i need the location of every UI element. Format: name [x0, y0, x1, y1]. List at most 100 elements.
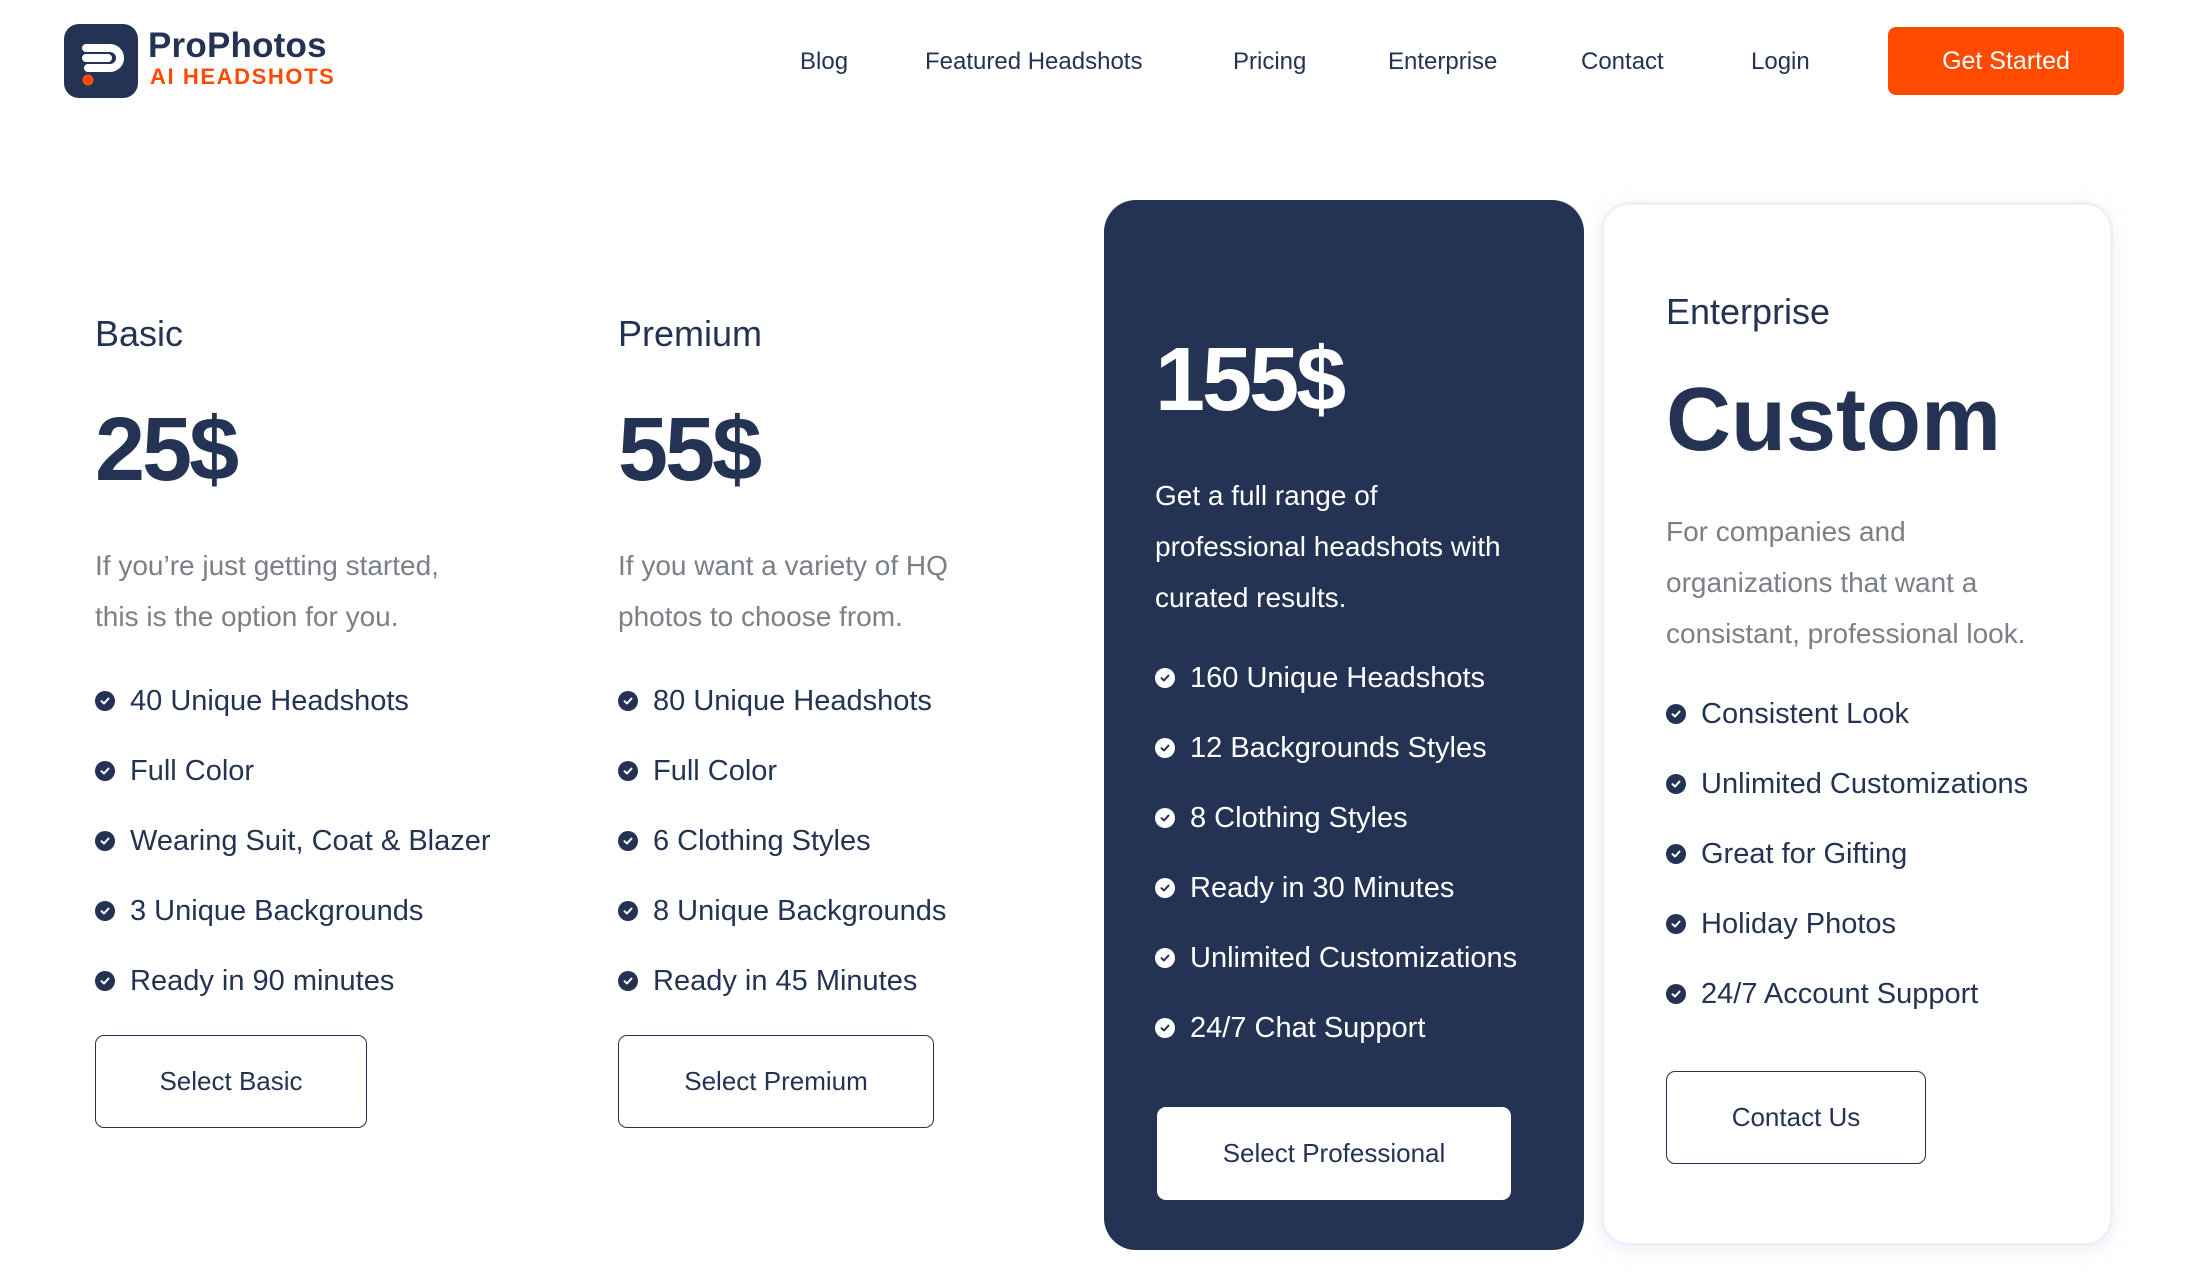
plan-description-line: Get a full range of — [1155, 480, 1378, 511]
plan-description: For companies and organizations that wan… — [1666, 506, 2028, 659]
contact-us-button[interactable]: Contact Us — [1666, 1071, 1926, 1164]
feature-item: 40 Unique Headshots — [95, 666, 491, 736]
feature-label: 40 Unique Headshots — [130, 684, 409, 717]
feature-item: Full Color — [95, 736, 491, 806]
feature-item: 160 Unique Headshots — [1155, 643, 1517, 713]
select-basic-button[interactable]: Select Basic — [95, 1035, 367, 1128]
get-started-button[interactable]: Get Started — [1888, 27, 2124, 95]
check-circle-icon — [1666, 774, 1686, 794]
brand-name[interactable]: ProPhotos — [148, 24, 327, 68]
feature-label: Ready in 45 Minutes — [653, 964, 918, 997]
feature-list: Consistent Look Unlimited Customizations… — [1666, 679, 2028, 1029]
feature-label: 8 Unique Backgrounds — [653, 894, 947, 927]
plan-description-line: For companies and — [1666, 516, 1906, 547]
nav-featured-headshots[interactable]: Featured Headshots — [925, 44, 1142, 80]
feature-label: 24/7 Account Support — [1701, 977, 1979, 1010]
feature-label: Ready in 30 Minutes — [1190, 871, 1455, 904]
plan-price: 25$ — [95, 400, 239, 500]
feature-item: Unlimited Customizations — [1666, 749, 2028, 819]
feature-item: Unlimited Customizations — [1155, 923, 1517, 993]
plan-price: 55$ — [618, 400, 762, 500]
feature-item: Consistent Look — [1666, 679, 2028, 749]
feature-item: Ready in 30 Minutes — [1155, 853, 1517, 923]
check-circle-icon — [1666, 704, 1686, 724]
plan-enterprise: Enterprise Custom For companies and orga… — [1666, 290, 2028, 1029]
prophotos-logo-icon — [82, 44, 124, 86]
feature-label: Unlimited Customizations — [1190, 941, 1518, 974]
feature-label: 6 Clothing Styles — [653, 824, 871, 857]
check-circle-icon — [95, 761, 115, 781]
feature-label: 160 Unique Headshots — [1190, 661, 1486, 694]
check-circle-icon — [1155, 668, 1175, 688]
feature-item: Holiday Photos — [1666, 889, 2028, 959]
check-circle-icon — [1666, 984, 1686, 1004]
plan-price: 155$ — [1155, 330, 1346, 430]
feature-label: Ready in 90 minutes — [130, 964, 395, 997]
feature-item: 24/7 Account Support — [1666, 959, 2028, 1029]
nav-login[interactable]: Login — [1751, 44, 1810, 80]
feature-item: Great for Gifting — [1666, 819, 2028, 889]
nav-blog[interactable]: Blog — [800, 44, 848, 80]
feature-item: Wearing Suit, Coat & Blazer — [95, 806, 491, 876]
feature-label: Holiday Photos — [1701, 907, 1897, 940]
plan-description: Get a full range of professional headsho… — [1155, 470, 1517, 623]
feature-label: Wearing Suit, Coat & Blazer — [130, 824, 491, 857]
feature-label: Unlimited Customizations — [1701, 767, 2029, 800]
check-circle-icon — [618, 691, 638, 711]
plan-description-line: If you’re just getting started, — [95, 550, 439, 581]
feature-label: Great for Gifting — [1701, 837, 1908, 870]
check-circle-icon — [1155, 808, 1175, 828]
feature-item: 6 Clothing Styles — [618, 806, 948, 876]
feature-item: 80 Unique Headshots — [618, 666, 948, 736]
feature-item: 12 Backgrounds Styles — [1155, 713, 1517, 783]
feature-label: Full Color — [130, 754, 255, 787]
check-circle-icon — [618, 971, 638, 991]
plan-description-line: consistant, professional look. — [1666, 618, 2026, 649]
check-circle-icon — [95, 691, 115, 711]
feature-list: 40 Unique Headshots Full Color Wearing S… — [95, 666, 491, 1016]
check-circle-icon — [618, 901, 638, 921]
feature-label: 8 Clothing Styles — [1190, 801, 1408, 834]
plan-description-line: organizations that want a — [1666, 567, 1978, 598]
plan-description-line: professional headshots with — [1155, 531, 1501, 562]
select-professional-button[interactable]: Select Professional — [1157, 1107, 1511, 1200]
check-circle-icon — [95, 971, 115, 991]
feature-item: Ready in 45 Minutes — [618, 946, 948, 1016]
feature-list: 160 Unique Headshots 12 Backgrounds Styl… — [1155, 643, 1517, 1063]
plan-description-line: photos to choose from. — [618, 601, 903, 632]
feature-item: Full Color — [618, 736, 948, 806]
plan-description: If you want a variety of HQ photos to ch… — [618, 540, 948, 642]
plan-title: Enterprise — [1666, 291, 1831, 332]
nav-pricing[interactable]: Pricing — [1233, 44, 1306, 80]
feature-label: 3 Unique Backgrounds — [130, 894, 424, 927]
feature-label: 80 Unique Headshots — [653, 684, 932, 717]
feature-item: 3 Unique Backgrounds — [95, 876, 491, 946]
plan-title: Basic — [95, 313, 184, 354]
plan-price: Custom — [1666, 370, 2001, 470]
plan-title: Professional — [1155, 253, 1354, 294]
logo-icon[interactable] — [64, 24, 138, 98]
select-premium-button[interactable]: Select Premium — [618, 1035, 934, 1128]
feature-item: 8 Unique Backgrounds — [618, 876, 948, 946]
feature-label: Consistent Look — [1701, 697, 1909, 730]
check-circle-icon — [1666, 914, 1686, 934]
nav-contact[interactable]: Contact — [1581, 44, 1664, 80]
plan-basic: Basic 25$ If you’re just getting started… — [95, 312, 491, 1016]
plan-description-line: If you want a variety of HQ — [618, 550, 948, 581]
check-circle-icon — [1155, 738, 1175, 758]
check-circle-icon — [618, 831, 638, 851]
feature-label: 12 Backgrounds Styles — [1190, 731, 1487, 764]
brand-tagline: AI HEADSHOTS — [150, 64, 336, 89]
feature-list: 80 Unique Headshots Full Color 6 Clothin… — [618, 666, 948, 1016]
feature-item: 8 Clothing Styles — [1155, 783, 1517, 853]
check-circle-icon — [95, 831, 115, 851]
plan-description-line: curated results. — [1155, 582, 1347, 613]
check-circle-icon — [1666, 844, 1686, 864]
plan-title: Premium — [618, 313, 763, 354]
nav-enterprise[interactable]: Enterprise — [1388, 44, 1497, 80]
plan-professional: Professional 155$ Get a full range of pr… — [1155, 252, 1517, 1063]
feature-label: Full Color — [653, 754, 778, 787]
feature-item: 24/7 Chat Support — [1155, 993, 1517, 1063]
check-circle-icon — [95, 901, 115, 921]
check-circle-icon — [1155, 878, 1175, 898]
